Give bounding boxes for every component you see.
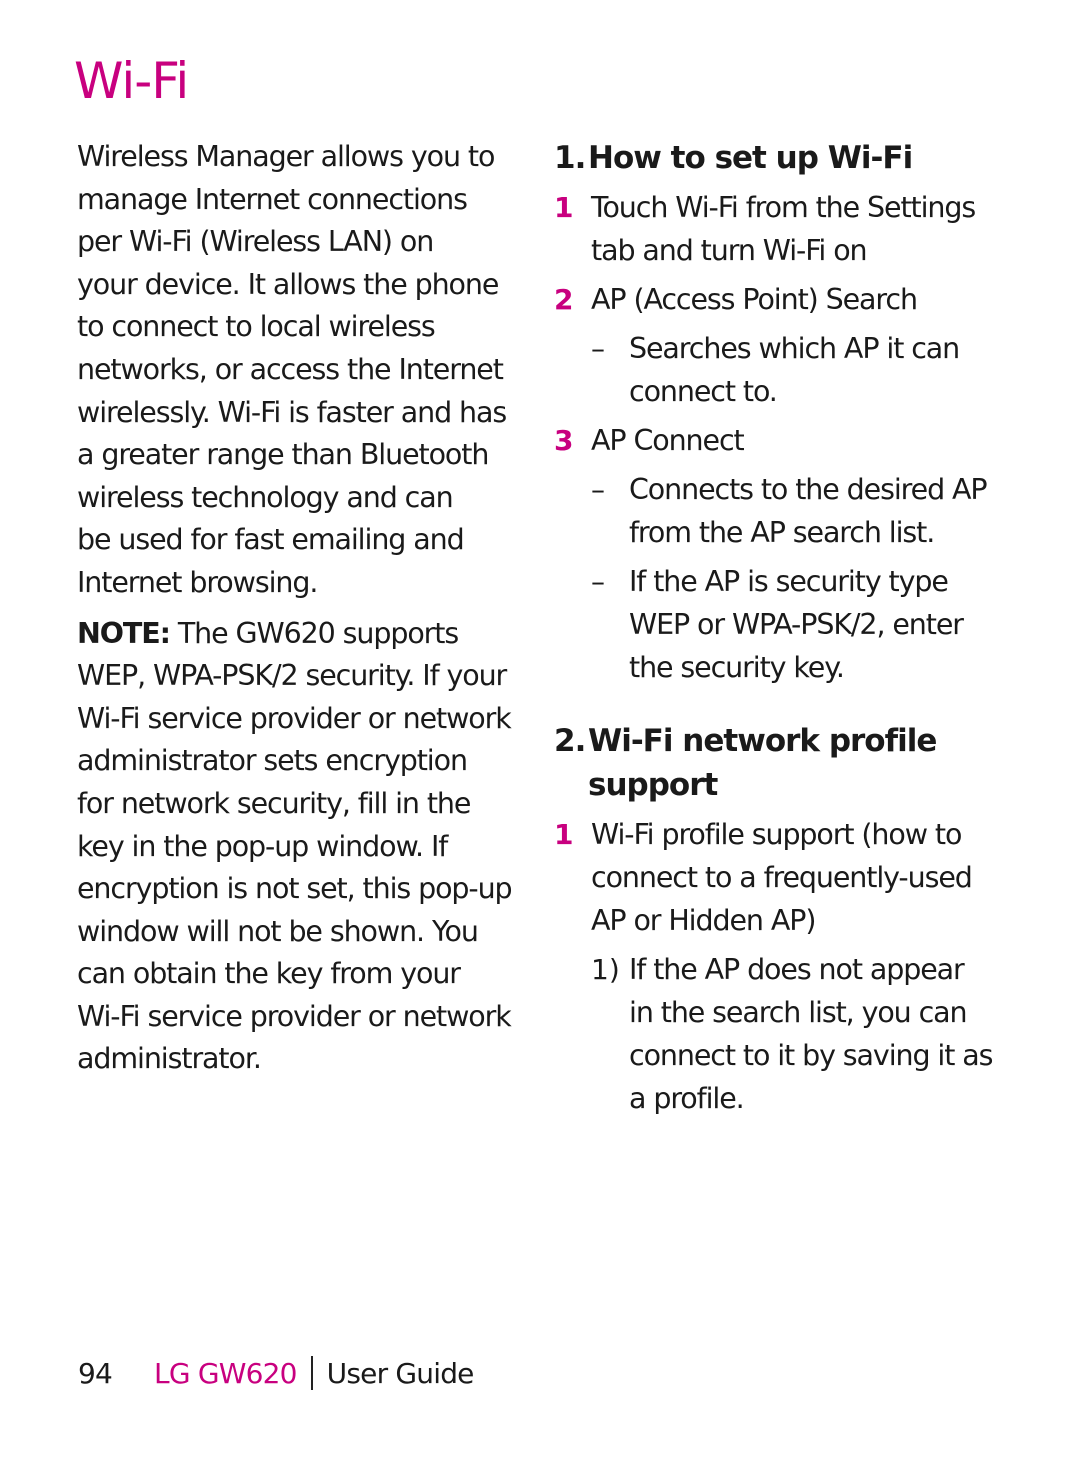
- guide-label: User Guide: [326, 1356, 475, 1390]
- step-text: Wi-Fi profile support (how to: [591, 818, 962, 851]
- note-label: NOTE:: [77, 616, 171, 650]
- page-title: Wi-Fi: [74, 52, 189, 110]
- sub-text: If the AP is security type: [629, 565, 949, 598]
- section-title-continued: support: [588, 767, 718, 803]
- text-line: networks, or access the Internet: [77, 352, 504, 386]
- intro-column: Wireless Manager allows you to manage In…: [77, 136, 522, 1081]
- sub-text: If the AP does not appear: [629, 953, 965, 986]
- step-text: AP or Hidden AP): [591, 904, 816, 937]
- text-line: key in the pop-up window. If: [77, 829, 448, 863]
- text-line: Wi-Fi service provider or network: [77, 701, 512, 735]
- note-text: The GW620 supports: [169, 616, 459, 650]
- text-line: be used for fast emailing and: [77, 523, 465, 557]
- note-paragraph: NOTE: The GW620 supports WEP, WPA-PSK/2 …: [77, 613, 522, 1082]
- text-line: for network security, fill in the: [77, 786, 471, 820]
- section-number: 1.: [554, 140, 586, 176]
- text-line: administrator.: [77, 1042, 262, 1076]
- sub-text: Searches which AP it can: [629, 332, 960, 365]
- text-line: a greater range than Bluetooth: [77, 438, 489, 472]
- sub-text: WEP or WPA-PSK/2, enter: [629, 608, 964, 641]
- dash-marker: –: [591, 332, 605, 365]
- sub-item: – If the AP is security type WEP or WPA-…: [554, 560, 1004, 689]
- sub-text: the security key.: [629, 651, 845, 684]
- step-text: Touch Wi-Fi from the Settings: [591, 191, 976, 224]
- sub-text: from the AP search list.: [629, 516, 935, 549]
- text-line: wireless technology and can: [77, 480, 454, 514]
- step-text: tab and turn Wi-Fi on: [591, 234, 868, 267]
- text-line: administrator sets encryption: [77, 744, 468, 778]
- sub-text: connect to it by saving it as: [629, 1039, 993, 1072]
- sub-item: 1) If the AP does not appear in the sear…: [554, 948, 1004, 1120]
- footer-divider: [310, 1356, 313, 1390]
- dash-marker: –: [591, 565, 605, 598]
- brand-model: LG GW620: [154, 1356, 297, 1390]
- step-number: 3: [554, 424, 574, 457]
- sub-text: in the search list, you can: [629, 996, 968, 1029]
- step-item: 3 AP Connect: [554, 419, 1004, 462]
- step-number: 2: [554, 283, 574, 316]
- text-line: can obtain the key from your: [77, 957, 461, 991]
- instructions-column: 1.How to set up Wi-Fi 1 Touch Wi-Fi from…: [554, 136, 1004, 1120]
- text-line: window will not be shown. You: [77, 914, 479, 948]
- step-item: 1 Touch Wi-Fi from the Settings tab and …: [554, 186, 1004, 272]
- text-line: encryption is not set, this pop-up: [77, 872, 513, 906]
- section-title: Wi-Fi network profile: [588, 723, 937, 759]
- text-line: to connect to local wireless: [77, 310, 436, 344]
- text-line: your device. It allows the phone: [77, 267, 499, 301]
- step-item: 1 Wi-Fi profile support (how to connect …: [554, 813, 1004, 942]
- page-footer: 94 LG GW620 User Guide: [78, 1356, 474, 1390]
- intro-paragraph: Wireless Manager allows you to manage In…: [77, 136, 522, 605]
- sub-item: – Connects to the desired AP from the AP…: [554, 468, 1004, 554]
- section-number: 2.: [554, 723, 586, 759]
- dash-marker: –: [591, 473, 605, 506]
- text-line: per Wi-Fi (Wireless LAN) on: [77, 225, 434, 259]
- text-line: wirelessly. Wi-Fi is faster and has: [77, 395, 507, 429]
- step-text: AP (Access Point) Search: [591, 283, 918, 316]
- sub-text: Connects to the desired AP: [629, 473, 988, 506]
- section-heading-profile: 2.Wi-Fi network profile: [554, 719, 1004, 763]
- sub-text: connect to.: [629, 375, 778, 408]
- section-heading-setup: 1.How to set up Wi-Fi: [554, 136, 1004, 180]
- note-first-line: NOTE: The GW620 supports: [77, 613, 522, 656]
- text-line: Wi-Fi service provider or network: [77, 999, 512, 1033]
- sub-text: a profile.: [629, 1082, 745, 1115]
- section-title: How to set up Wi-Fi: [588, 140, 913, 176]
- sub-number: 1): [591, 953, 620, 986]
- step-item: 2 AP (Access Point) Search: [554, 278, 1004, 321]
- step-text: connect to a frequently-used: [591, 861, 973, 894]
- step-number: 1: [554, 818, 574, 851]
- page-number: 94: [78, 1356, 113, 1390]
- text-line: Wireless Manager allows you to: [77, 140, 495, 173]
- text-line: manage Internet connections: [77, 182, 468, 216]
- text-line: Internet browsing.: [77, 565, 318, 599]
- text-line: WEP, WPA-PSK/2 security. If your: [77, 659, 507, 693]
- sub-item: – Searches which AP it can connect to.: [554, 327, 1004, 413]
- step-text: AP Connect: [591, 424, 745, 457]
- step-number: 1: [554, 191, 574, 224]
